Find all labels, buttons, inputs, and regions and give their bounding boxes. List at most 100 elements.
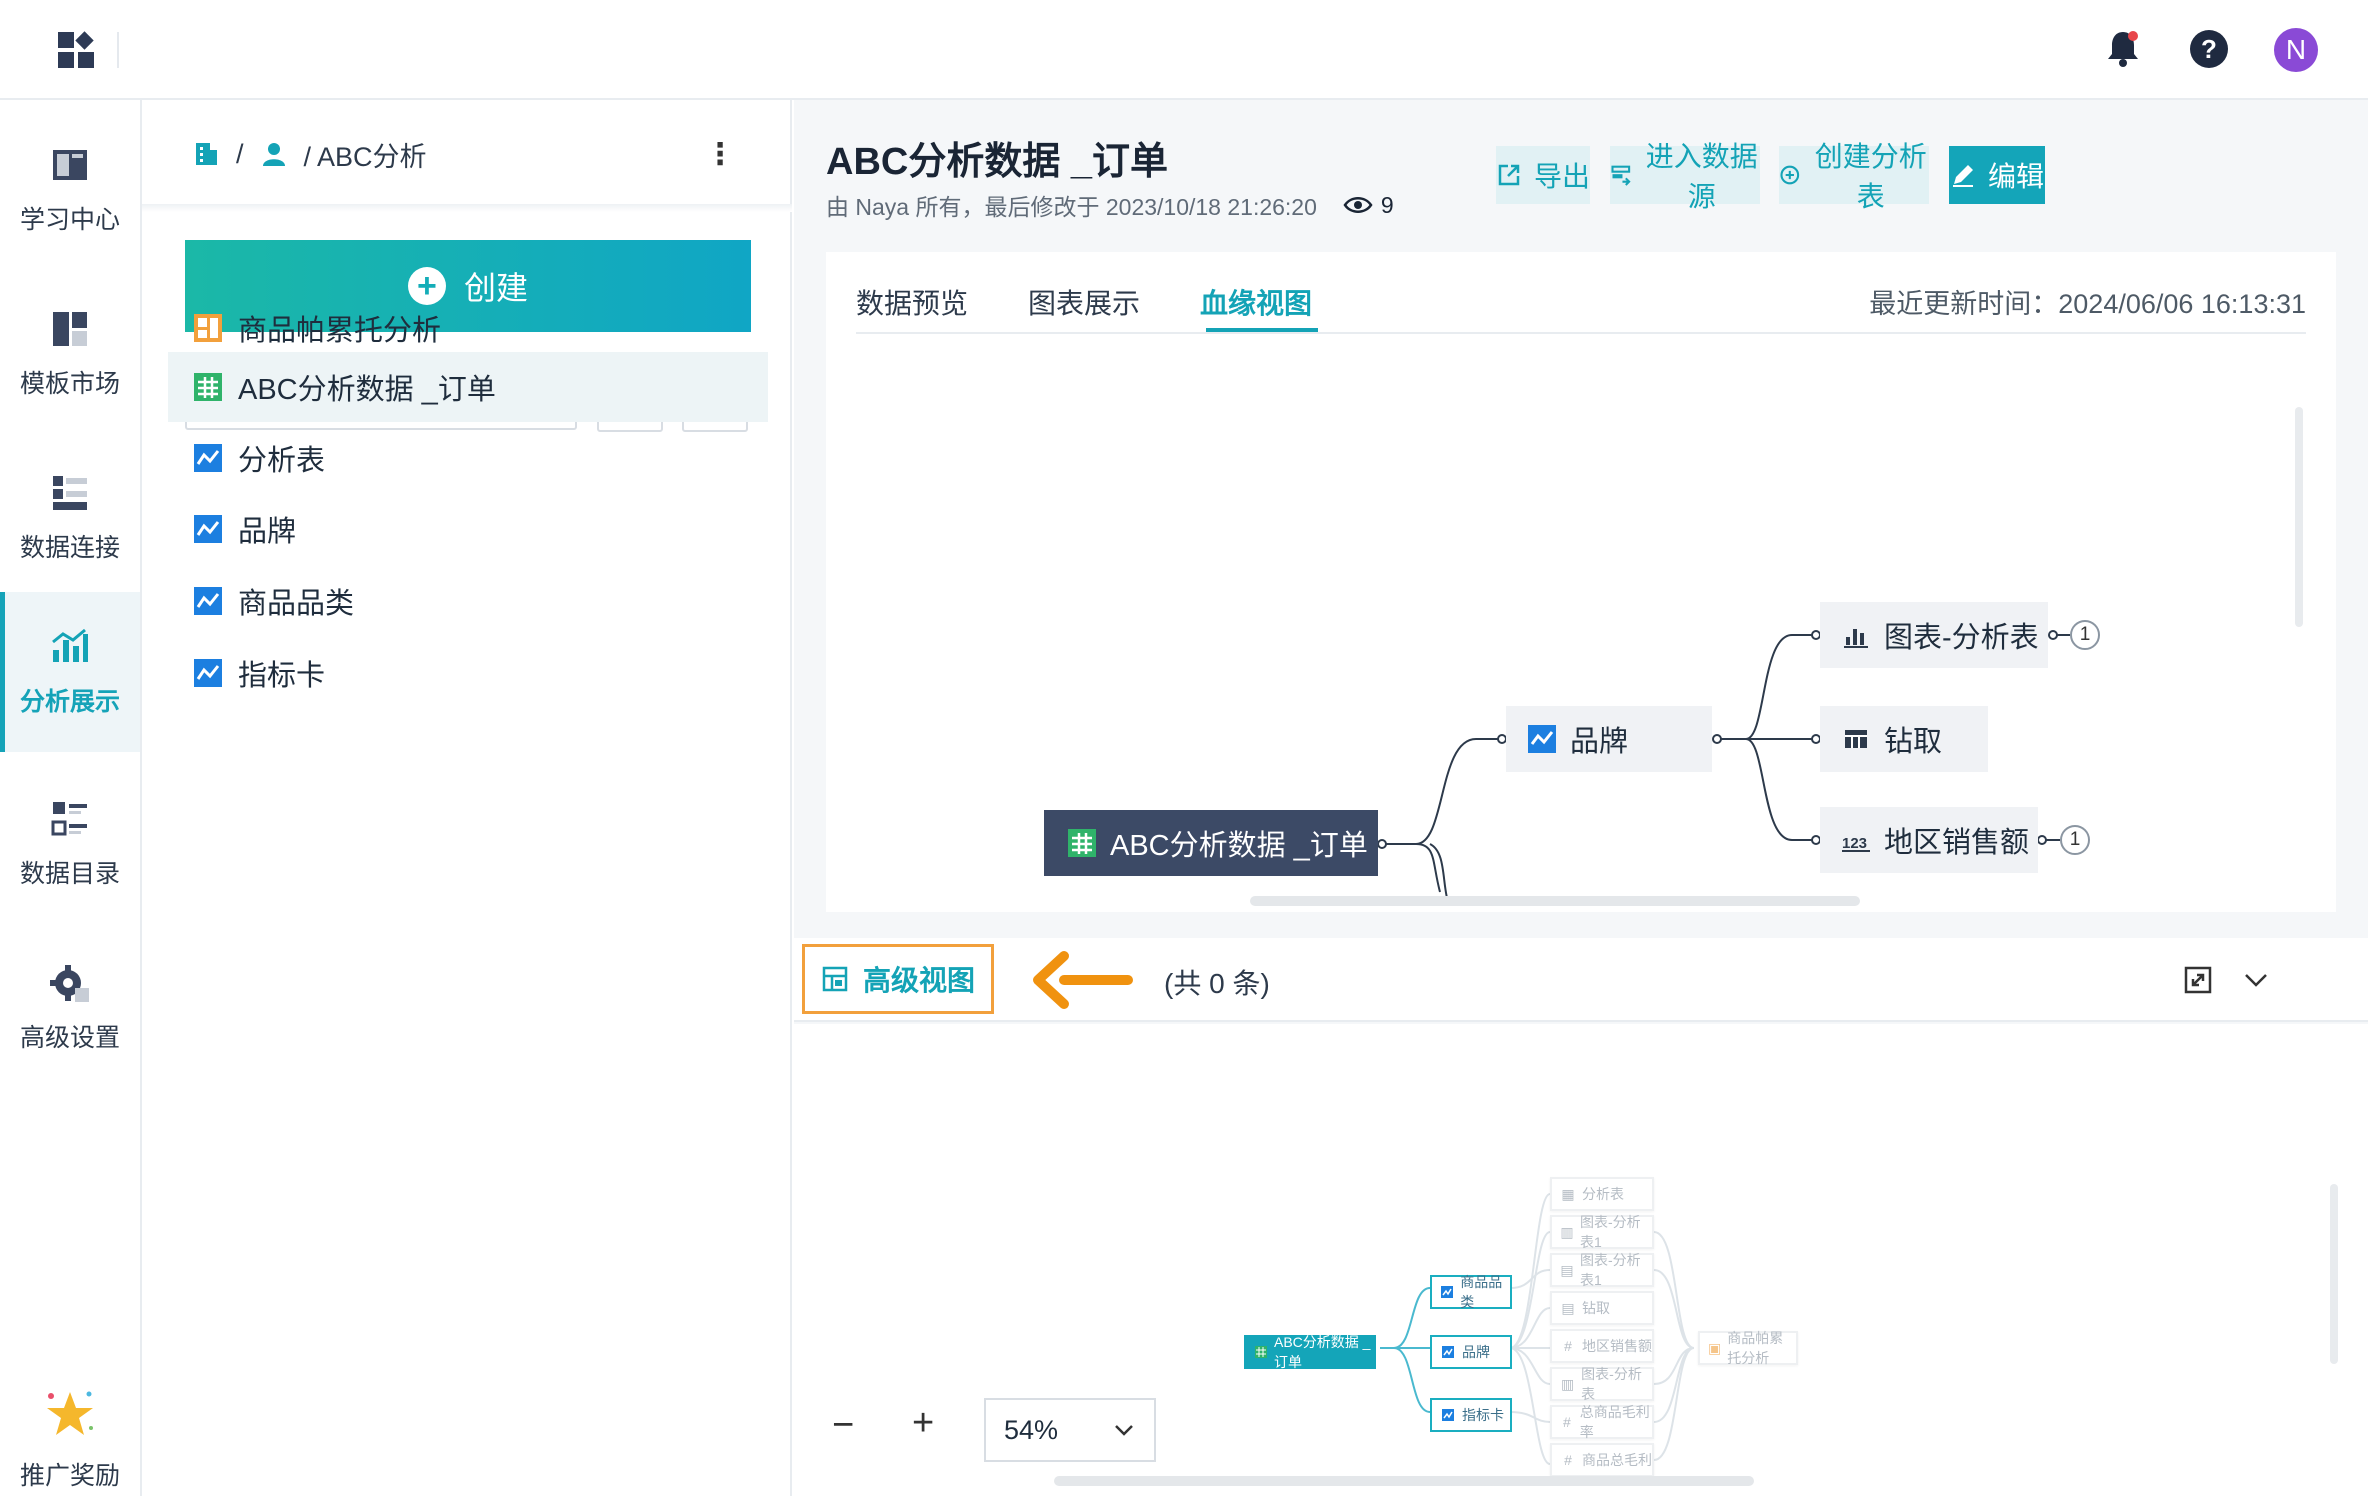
bar-chart-icon: ▥ [1560, 1375, 1575, 1392]
table-icon [1066, 827, 1098, 859]
adv-node-kpi[interactable]: 指标卡 [1430, 1398, 1512, 1432]
dashboard-icon [192, 312, 224, 344]
node-label: 指标卡 [1462, 1407, 1504, 1423]
edit-label: 编辑 [1987, 161, 2044, 192]
view-count-value: 9 [1380, 191, 1394, 218]
zoom-out-button[interactable]: − [832, 1404, 854, 1447]
file-label: 品牌 [238, 516, 297, 548]
analysis-icon [192, 585, 224, 617]
table-icon [1254, 1344, 1268, 1360]
nav-item-data-link[interactable]: 数据连接 [0, 438, 140, 598]
adv-node-root[interactable]: ABC分析数据 _订单 [1244, 1334, 1376, 1370]
file-item[interactable]: 品牌 [168, 494, 768, 564]
help-icon[interactable]: ? [2186, 26, 2232, 72]
node-label: 品牌 [1570, 726, 1629, 758]
bell-icon[interactable] [2100, 26, 2146, 72]
nav-item-catalog[interactable]: 数据目录 [0, 764, 140, 924]
nav-label: 数据目录 [19, 860, 120, 888]
lineage-count-badge[interactable]: 1 [2060, 825, 2090, 855]
bar-chart-icon [1840, 619, 1872, 651]
dashboard-icon: ▣ [1708, 1339, 1722, 1356]
edit-button[interactable]: 编辑 [1949, 146, 2045, 204]
node-label: 图表-分析表 [1884, 622, 2039, 654]
nav-item-analysis[interactable]: 分析展示 [0, 592, 140, 752]
lineage-count-badge[interactable]: 1 [2070, 620, 2100, 650]
lineage-node-chart-table[interactable]: 图表-分析表 [1820, 602, 2048, 668]
user-icon[interactable] [260, 140, 288, 168]
node-label: ABC分析数据 _订单 [1274, 1334, 1371, 1370]
node-label: 商品帕累托分析 [1727, 1330, 1784, 1366]
nav-label: 数据连接 [19, 534, 120, 562]
adv-node-right[interactable]: # 地区销售额 [1550, 1329, 1654, 1363]
advanced-view-button[interactable]: 高级视图 [802, 944, 994, 1014]
horizontal-scrollbar[interactable] [1250, 896, 1860, 906]
analysis-icon [1440, 1407, 1456, 1423]
analysis-icon [192, 513, 224, 545]
horizontal-scrollbar[interactable] [1054, 1476, 1754, 1486]
adv-node-right[interactable]: ▦ 分析表 [1550, 1177, 1654, 1211]
adv-node-right[interactable]: ▥ 图表-分析表 [1550, 1366, 1654, 1402]
file-item[interactable]: 商品品类 [168, 566, 768, 636]
adv-node-right[interactable]: # 商品总毛利 [1550, 1443, 1654, 1477]
enter-datasource-label: 进入数据源 [1645, 141, 1758, 212]
drill-table-icon: ▤ [1560, 1261, 1574, 1278]
chevron-down-icon[interactable] [2236, 960, 2276, 1000]
left-nav: 学习中心 模板市场 数据连接 分析展示 数据目录 高级设置 推广奖励 [0, 100, 142, 1496]
file-item[interactable]: ABC分析数据 _订单 [168, 352, 768, 422]
zoom-select[interactable]: 54% [984, 1398, 1156, 1462]
lineage-node-brand[interactable]: 品牌 [1506, 706, 1712, 772]
book-icon [53, 150, 87, 180]
eye-icon [1343, 197, 1373, 213]
adv-node-brand[interactable]: 品牌 [1430, 1335, 1512, 1369]
svg-text:?: ? [2201, 34, 2217, 64]
building-icon[interactable] [192, 140, 220, 168]
breadcrumb-current[interactable]: / ABC分析 [304, 135, 427, 174]
expand-icon[interactable] [2178, 960, 2218, 1000]
nav-item-promotion[interactable]: 推广奖励 [0, 1360, 140, 1496]
node-label: 商品总毛利 [1582, 1452, 1652, 1468]
create-analysis-table-button[interactable]: 创建分析表 [1779, 141, 1929, 212]
adv-node-category[interactable]: 商品品类 [1430, 1274, 1512, 1310]
number-card-icon: 123 [1840, 824, 1872, 856]
content-card: 数据预览 图表展示 血缘视图 最近更新时间：2024/06/06 16:13:3… [826, 252, 2336, 912]
vertical-scrollbar[interactable] [2295, 407, 2303, 627]
adv-node-right[interactable]: # 总商品毛利率 [1550, 1404, 1654, 1440]
nav-item-settings[interactable]: 高级设置 [0, 928, 140, 1088]
nav-label: 模板市场 [19, 370, 120, 398]
data-link-icon [53, 476, 87, 510]
grid-logo-icon[interactable] [56, 30, 96, 70]
advanced-view-label: 高级视图 [862, 965, 975, 996]
record-count: (共 0 条) [1164, 968, 1270, 999]
more-options-icon[interactable]: ⋮ [702, 136, 738, 172]
datasource-icon [1611, 165, 1631, 186]
adv-node-right[interactable]: ▥ 图表-分析表1 [1550, 1214, 1654, 1250]
node-label: 钻取 [1582, 1300, 1610, 1316]
adv-node-far[interactable]: ▣ 商品帕累托分析 [1698, 1330, 1798, 1366]
adv-node-right[interactable]: ▤ 钻取 [1550, 1291, 1654, 1325]
lineage-node-root[interactable]: ABC分析数据 _订单 [1044, 810, 1378, 876]
file-item[interactable]: 分析表 [168, 423, 768, 493]
nav-item-template[interactable]: 模板市场 [0, 274, 140, 434]
lineage-node-drill[interactable]: 钻取 [1820, 706, 1988, 772]
chart-icon [52, 628, 88, 662]
bottom-toolbar: 高级视图 (共 0 条) [794, 938, 2368, 1022]
zoom-in-button[interactable]: + [912, 1402, 934, 1445]
node-label: 品牌 [1462, 1344, 1490, 1360]
export-button[interactable]: 导出 [1496, 146, 1590, 204]
catalog-icon [51, 802, 87, 836]
node-label: 图表-分析表 [1581, 1366, 1642, 1402]
template-icon [53, 312, 87, 346]
vertical-scrollbar[interactable] [2330, 1184, 2338, 1364]
adv-node-right[interactable]: ▤ 图表-分析表1 [1550, 1252, 1654, 1288]
pencil-icon [1952, 165, 1973, 187]
enter-datasource-button[interactable]: 进入数据源 [1610, 141, 1760, 212]
lineage-node-region-sales[interactable]: 123 地区销售额 [1820, 807, 2038, 873]
export-label: 导出 [1534, 161, 1591, 192]
file-item[interactable]: 指标卡 [168, 638, 768, 708]
nav-item-learning[interactable]: 学习中心 [0, 110, 140, 270]
create-analysis-table-label: 创建分析表 [1814, 141, 1927, 212]
number-card-icon: # [1564, 1338, 1572, 1354]
drill-table-icon [1840, 723, 1872, 755]
avatar[interactable]: N [2274, 28, 2318, 72]
analysis-icon [1440, 1284, 1454, 1300]
